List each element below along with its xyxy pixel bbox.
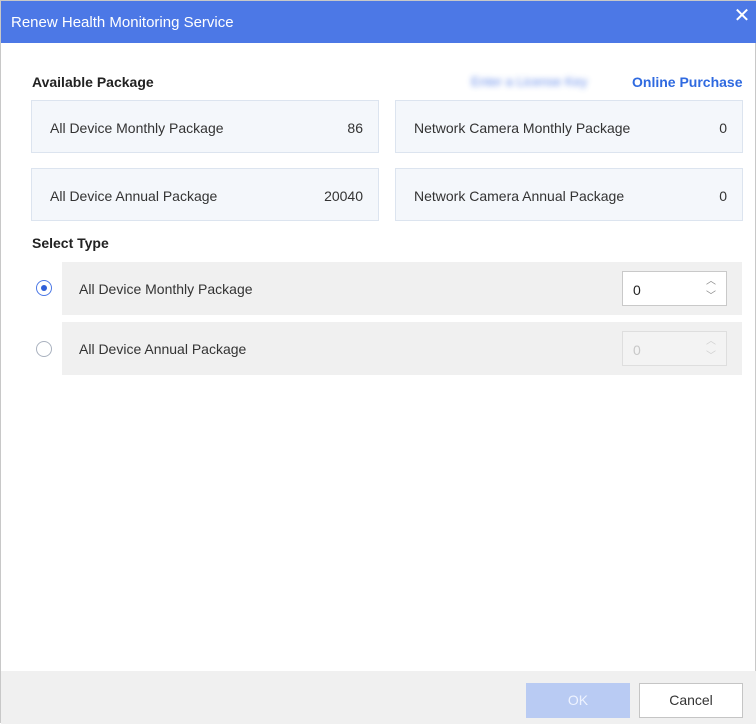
package-card-camera-monthly: Network Camera Monthly Package 0 — [395, 100, 743, 153]
quantity-value: 0 — [633, 282, 641, 298]
quantity-stepper-annual: 0 ︿ ﹀ — [622, 331, 727, 366]
quantity-stepper-monthly[interactable]: 0 ︿ ﹀ — [622, 271, 727, 306]
package-label: All Device Annual Package — [50, 188, 218, 204]
ok-button[interactable]: OK — [526, 683, 630, 718]
radio-all-monthly[interactable] — [36, 280, 52, 296]
renew-dialog: Renew Health Monitoring Service ✕ Availa… — [0, 0, 756, 724]
close-icon[interactable]: ✕ — [729, 5, 755, 31]
type-label: All Device Monthly Package — [79, 281, 253, 297]
package-value: 20040 — [324, 188, 363, 204]
cancel-button[interactable]: Cancel — [639, 683, 743, 718]
package-label: All Device Monthly Package — [50, 120, 224, 136]
radio-all-annual[interactable] — [36, 341, 52, 357]
chevron-down-icon: ﹀ — [706, 351, 716, 362]
type-row-all-monthly[interactable]: All Device Monthly Package 0 ︿ ﹀ — [62, 262, 742, 315]
quantity-value: 0 — [633, 342, 641, 358]
license-key-link[interactable]: Enter a License Key — [471, 74, 587, 89]
online-purchase-link[interactable]: Online Purchase — [632, 74, 742, 90]
type-row-all-annual[interactable]: All Device Annual Package 0 ︿ ﹀ — [62, 322, 742, 375]
available-package-title: Available Package — [32, 74, 154, 90]
dialog-titlebar: Renew Health Monitoring Service ✕ — [1, 1, 756, 43]
dialog-title: Renew Health Monitoring Service — [11, 14, 234, 31]
package-label: Network Camera Monthly Package — [414, 120, 631, 136]
chevron-up-icon[interactable]: ︿ — [704, 274, 718, 289]
package-value: 0 — [719, 120, 727, 136]
stepper-arrows: ︿ ﹀ — [704, 334, 718, 364]
chevron-up-icon: ︿ — [706, 336, 716, 347]
package-card-all-annual: All Device Annual Package 20040 — [31, 168, 379, 221]
stepper-arrows: ︿ ﹀ — [704, 274, 718, 304]
package-value: 0 — [719, 188, 727, 204]
package-card-camera-annual: Network Camera Annual Package 0 — [395, 168, 743, 221]
chevron-down-icon[interactable]: ﹀ — [704, 289, 718, 304]
package-card-all-monthly: All Device Monthly Package 86 — [31, 100, 379, 153]
package-label: Network Camera Annual Package — [414, 188, 625, 204]
type-label: All Device Annual Package — [79, 341, 247, 357]
package-value: 86 — [347, 120, 363, 136]
dialog-footer: OK Cancel — [1, 671, 756, 724]
select-type-title: Select Type — [32, 235, 109, 251]
